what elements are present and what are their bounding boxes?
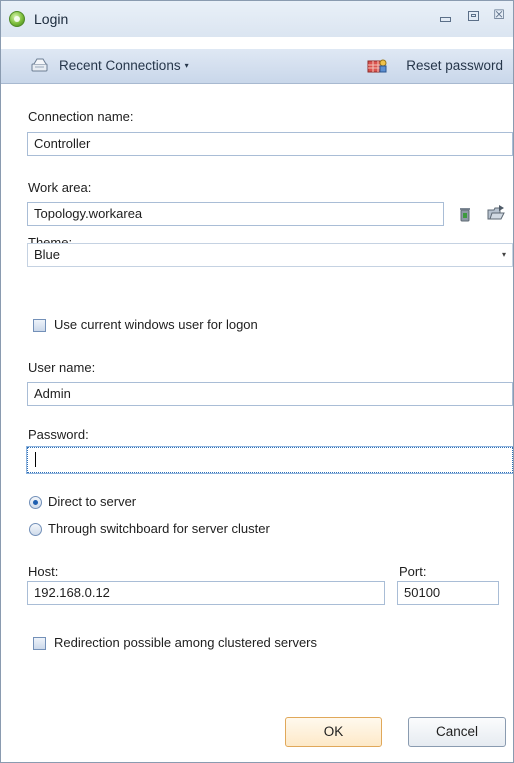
recent-connections-label: Recent Connections (59, 58, 181, 73)
cancel-button[interactable]: Cancel (408, 717, 506, 747)
redirection-checkbox[interactable] (33, 637, 46, 650)
reset-password-label: Reset password (406, 58, 503, 73)
trash-icon[interactable] (456, 205, 474, 223)
direct-to-server-label: Direct to server (48, 494, 137, 509)
ok-button[interactable]: OK (285, 717, 382, 747)
theme-value: Blue (34, 247, 61, 262)
text-cursor (35, 452, 36, 467)
login-dialog: Login ☒ Recent Connections ▾ Reset passwo… (0, 0, 514, 763)
open-folder-icon[interactable] (487, 204, 505, 222)
port-label: Port: (399, 564, 427, 579)
toolbar: Recent Connections ▾ Reset password (1, 49, 513, 84)
connections-icon (31, 58, 48, 72)
switchboard-label: Through switchboard for server cluster (48, 521, 270, 536)
host-field[interactable]: 192.168.0.12 (27, 581, 385, 605)
use-windows-user-checkbox[interactable] (33, 319, 46, 332)
theme-select[interactable]: Blue ▾ (27, 243, 513, 267)
close-button[interactable]: ☒ (486, 6, 512, 26)
user-name-field[interactable]: Admin (27, 382, 513, 406)
switchboard-radio[interactable] (29, 523, 42, 536)
window-title: Login (34, 11, 69, 27)
port-field[interactable]: 50100 (397, 581, 499, 605)
recent-connections-menu[interactable]: Recent Connections ▾ (59, 49, 189, 83)
password-label: Password: (28, 427, 89, 442)
work-area-label: Work area: (28, 180, 92, 195)
direct-to-server-radio[interactable] (29, 496, 42, 509)
app-globe-icon (9, 11, 25, 27)
password-field[interactable] (26, 446, 513, 474)
close-icon: ☒ (493, 8, 505, 23)
use-windows-user-label: Use current windows user for logon (54, 317, 258, 332)
title-bar: Login ☒ (1, 1, 513, 37)
maximize-button[interactable] (460, 6, 486, 26)
user-name-label: User name: (28, 360, 96, 375)
work-area-field[interactable]: Topology.workarea (27, 202, 444, 226)
chevron-down-icon: ▾ (501, 250, 506, 259)
reset-password-icon (367, 59, 387, 73)
minimize-button[interactable] (432, 6, 458, 26)
connection-name-field[interactable]: Controller (27, 132, 513, 156)
reset-password-button[interactable]: Reset password (406, 49, 503, 83)
host-label: Host: (28, 564, 59, 579)
chevron-down-icon: ▾ (184, 61, 189, 71)
connection-name-label: Connection name: (28, 109, 134, 124)
redirection-label: Redirection possible among clustered ser… (54, 635, 318, 650)
